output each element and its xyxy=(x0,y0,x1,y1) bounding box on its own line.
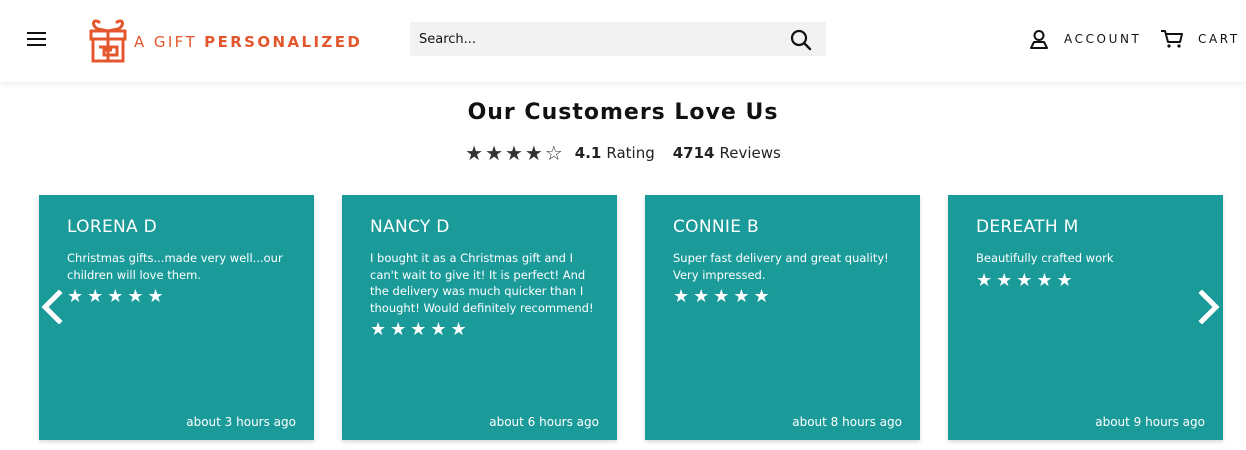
review-text: I bought it as a Christmas gift and I ca… xyxy=(370,251,594,315)
review-card: CONNIE B Super fast delivery and great q… xyxy=(645,195,920,440)
cart-icon xyxy=(1161,30,1183,48)
reviewer-name: CONNIE B xyxy=(673,217,759,237)
review-body: Beautifully crafted work ★★★★★ xyxy=(976,250,1204,289)
section-title: Our Customers Love Us xyxy=(467,100,779,125)
review-body: Christmas gifts...made very well...our c… xyxy=(67,250,295,306)
review-count: 4714 xyxy=(672,144,715,162)
review-text: Beautifully crafted work xyxy=(976,251,1114,265)
cart-label: CART xyxy=(1198,32,1240,46)
brand-name: A GIFT PERSONALIZED xyxy=(134,33,362,51)
reviewer-name: NANCY D xyxy=(370,217,450,237)
review-time: about 6 hours ago xyxy=(489,415,599,429)
review-card: NANCY D I bought it as a Christmas gift … xyxy=(342,195,617,440)
review-body: Super fast delivery and great quality! V… xyxy=(673,250,901,306)
chevron-right-icon[interactable] xyxy=(1196,290,1222,324)
search-icon[interactable] xyxy=(789,28,813,52)
cart-link[interactable]: CART xyxy=(1160,28,1240,50)
review-time: about 9 hours ago xyxy=(1095,415,1205,429)
review-text: Christmas gifts...made very well...our c… xyxy=(67,251,283,282)
rating-summary: ★★★★☆ 4.1 Rating 4714 Reviews xyxy=(0,141,1246,165)
brand-name-light: A GIFT xyxy=(134,33,205,51)
brand-name-bold: PERSONALIZED xyxy=(204,33,363,51)
review-time: about 8 hours ago xyxy=(792,415,902,429)
reviewer-name: LORENA D xyxy=(67,217,158,237)
review-time: about 3 hours ago xyxy=(186,415,296,429)
review-card: DEREATH M Beautifully crafted work ★★★★★… xyxy=(948,195,1223,440)
rating-stars: ★★★★☆ xyxy=(465,141,565,165)
rating-label: Rating xyxy=(606,144,655,162)
account-label: ACCOUNT xyxy=(1064,32,1142,46)
search-bar xyxy=(410,22,826,56)
reviewer-name: DEREATH M xyxy=(976,217,1079,237)
search-input[interactable] xyxy=(410,22,780,56)
chevron-left-icon[interactable] xyxy=(39,290,65,324)
review-stars: ★★★★★ xyxy=(673,286,774,307)
site-header: A GIFT PERSONALIZED ACCOUNT CART xyxy=(0,0,1246,82)
review-count-label: Reviews xyxy=(719,144,781,162)
account-link[interactable]: ACCOUNT xyxy=(1030,28,1142,50)
review-card: LORENA D Christmas gifts...made very wel… xyxy=(39,195,314,440)
review-body: I bought it as a Christmas gift and I ca… xyxy=(370,250,598,339)
review-stars: ★★★★★ xyxy=(67,286,168,307)
rating-value: 4.1 xyxy=(574,144,602,162)
brand-logo[interactable]: A GIFT PERSONALIZED xyxy=(88,17,362,63)
user-icon xyxy=(1030,30,1048,49)
hamburger-icon[interactable] xyxy=(27,30,47,48)
review-stars: ★★★★★ xyxy=(976,269,1077,291)
gift-logo-icon xyxy=(89,19,127,63)
review-stars: ★★★★★ xyxy=(370,319,471,340)
review-text: Super fast delivery and great quality! V… xyxy=(673,251,889,282)
